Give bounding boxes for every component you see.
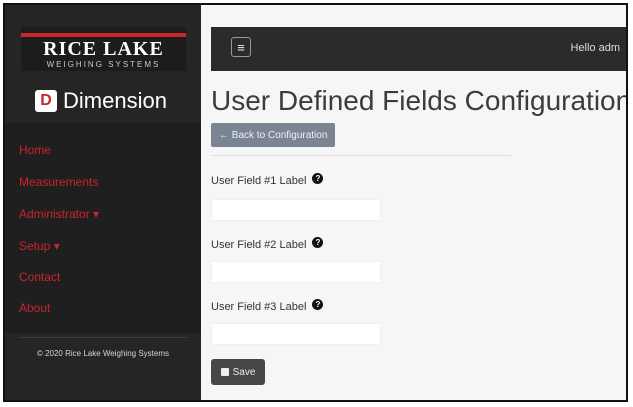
sidebar-divider xyxy=(19,337,187,338)
user-field-3-label-text: User Field #3 Label xyxy=(211,301,307,313)
help-icon[interactable]: ? xyxy=(312,298,324,310)
sidebar-item-administrator[interactable]: Administrator ▾ xyxy=(19,207,99,221)
sidebar: RICE LAKE WEIGHING SYSTEMS D Dimension H… xyxy=(5,5,201,400)
main-content: ≡ Hello adm User Defined Fields Configur… xyxy=(201,5,626,400)
save-button-label: Save xyxy=(232,366,256,378)
page-title: User Defined Fields Configuration xyxy=(211,85,628,116)
logo-tagline: WEIGHING SYSTEMS xyxy=(46,60,161,69)
user-greeting[interactable]: Hello adm xyxy=(570,42,620,54)
help-icon[interactable]: ? xyxy=(312,236,324,248)
user-field-3-label: User Field #3 Label ? xyxy=(211,298,324,313)
sidebar-item-measurements[interactable]: Measurements xyxy=(19,175,98,189)
product-logo: D Dimension xyxy=(35,87,167,115)
logo-brand: RICE LAKE xyxy=(43,38,164,60)
sidebar-item-contact[interactable]: Contact xyxy=(19,270,60,284)
save-button[interactable]: Save xyxy=(211,359,265,385)
rice-lake-logo: RICE LAKE WEIGHING SYSTEMS xyxy=(21,27,186,71)
sidebar-item-setup[interactable]: Setup ▾ xyxy=(19,239,60,253)
user-field-2-input[interactable] xyxy=(211,261,381,283)
user-field-3-input[interactable] xyxy=(211,323,381,345)
divider xyxy=(211,155,511,156)
logo-red-bar xyxy=(21,33,186,37)
copyright-text: © 2020 Rice Lake Weighing Systems xyxy=(36,349,170,358)
product-name: Dimension xyxy=(63,88,167,113)
sidebar-item-about[interactable]: About xyxy=(19,301,50,315)
user-field-1-input[interactable] xyxy=(211,199,381,221)
floppy-disk-icon xyxy=(220,368,229,376)
back-to-configuration-button[interactable]: ← Back to Configuration xyxy=(211,123,336,147)
hamburger-icon: ≡ xyxy=(237,39,245,55)
sidebar-item-home[interactable]: Home xyxy=(19,143,51,157)
user-field-2-label-text: User Field #2 Label xyxy=(211,239,307,251)
menu-toggle-button[interactable]: ≡ xyxy=(231,37,251,57)
help-icon[interactable]: ? xyxy=(312,172,324,184)
user-field-2-label: User Field #2 Label ? xyxy=(211,236,324,251)
app-frame: RICE LAKE WEIGHING SYSTEMS D Dimension H… xyxy=(3,3,628,402)
user-field-1-label-text: User Field #1 Label xyxy=(211,175,307,187)
dimension-logo-icon: D xyxy=(35,90,57,112)
user-field-1-label: User Field #1 Label ? xyxy=(211,172,324,187)
top-bar: ≡ Hello adm xyxy=(211,27,626,71)
